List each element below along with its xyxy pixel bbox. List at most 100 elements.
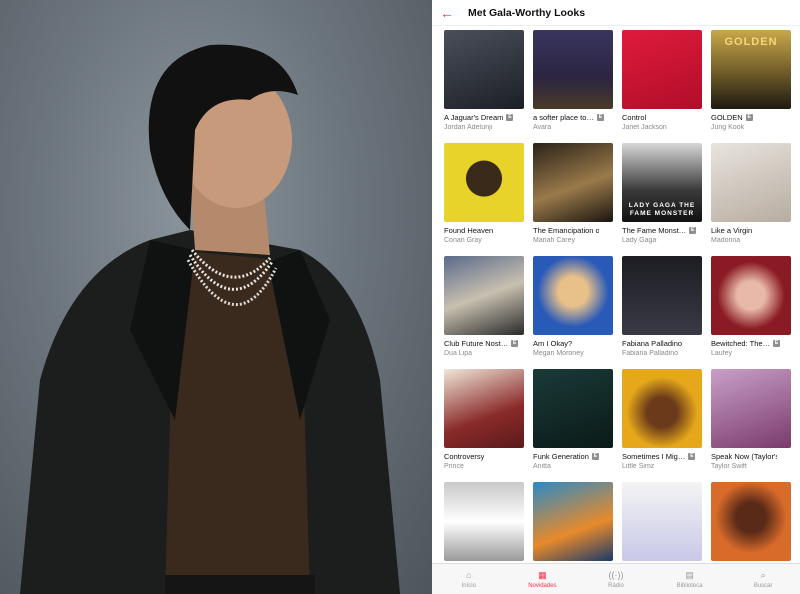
album-title: The Fame Monst… [622,226,687,235]
tab-grid[interactable]: ▦ Novidades [512,570,572,589]
album-cover[interactable] [711,256,791,335]
album-cover[interactable]: LADY GAGA THE FAME MONSTER [622,143,702,222]
tab-label: Rádio [608,582,624,589]
tab-home[interactable]: ⌂ Início [439,570,499,589]
album-card[interactable]: Am I Okay? Megan Moroney [533,256,613,361]
album-artist[interactable]: Janet Jackson [622,124,702,131]
album-artist[interactable]: Taylor Swift [711,463,791,470]
hero-photo [0,0,432,594]
album-cover[interactable] [444,143,524,222]
album-artist[interactable]: Little Simz [622,463,702,470]
album-title: Control [622,113,647,122]
album-cover[interactable] [444,256,524,335]
explicit-icon: E [596,114,604,121]
album-cover[interactable] [711,143,791,222]
tab-bar: ⌂ Início ▦ Novidades ((·)) Rádio ▤ Biblioteca ⌕ B… [432,563,800,594]
grid-icon: ▦ [538,569,547,580]
tab-radio[interactable]: ((·)) Rádio [586,570,646,589]
album-title: A Jaguar's Dream [444,113,504,122]
album-grid: A Jaguar's Dream E Jordan Adetunji a softer… [444,30,796,587]
album-card[interactable]: Control Janet Jackson [622,30,702,135]
album-artist[interactable]: Mariah Carey [533,237,613,244]
library-icon: ▤ [685,569,694,580]
album-artist[interactable]: Fabiana Palladino [622,350,702,357]
radio-icon: ((·)) [608,569,624,580]
tab-label: Biblioteca [676,582,703,589]
album-card[interactable]: The Emancipation of… Mariah Carey [533,143,613,248]
album-card[interactable]: Like a Virgin Madonna [711,143,791,248]
album-card[interactable]: LADY GAGA THE FAME MONSTER The Fame Monst… [622,143,702,248]
explicit-icon: E [688,453,696,460]
explicit-icon: E [591,453,599,460]
tab-label: Novidades [528,582,557,589]
back-button[interactable]: ← [434,0,460,26]
home-icon: ⌂ [466,569,472,580]
album-card[interactable]: Fabiana Palladino Fabiana Palladino [622,256,702,361]
album-cover[interactable] [622,482,702,561]
album-cover[interactable] [533,256,613,335]
tab-search[interactable]: ⌕ Buscar [733,570,793,589]
album-cover[interactable] [711,369,791,448]
album-title: Am I Okay? [533,339,573,348]
album-title: Controversy [444,452,485,461]
explicit-icon: E [745,114,753,121]
album-title: a softer place to… [533,113,594,122]
album-card[interactable]: Bewitched: The… E Laufey [711,256,791,361]
album-title: Funk Generation [533,452,589,461]
album-cover[interactable] [533,369,613,448]
album-artist[interactable]: Avara [533,124,613,131]
album-cover[interactable]: GOLDEN [711,30,791,109]
cover-text: LADY GAGA THE FAME MONSTER [628,202,696,217]
album-cover[interactable] [622,369,702,448]
explicit-icon: E [511,340,519,347]
album-artist[interactable]: Anitta [533,463,613,470]
album-card[interactable]: Sometimes I Mig… E Little Simz [622,369,702,474]
album-card[interactable]: Controversy Prince [444,369,524,474]
album-cover[interactable] [444,369,524,448]
tab-label: Buscar [753,582,773,589]
album-title: Like a Virgin [711,226,753,235]
album-title: The Emancipation of… [533,226,599,235]
album-cover[interactable] [622,256,702,335]
album-title: Club Future Nost… [444,339,509,348]
album-title: GOLDEN [711,113,743,122]
album-artist[interactable]: Laufey [711,350,791,357]
search-icon: ⌕ [760,569,766,580]
album-cover[interactable] [622,30,702,109]
album-artist[interactable]: Megan Moroney [533,350,613,357]
cover-text: GOLDEN [724,36,778,48]
tab-library[interactable]: ▤ Biblioteca [660,570,720,589]
album-title: Found Heaven [444,226,494,235]
album-title: Speak Now (Taylor's… [711,452,777,461]
album-cover[interactable] [533,143,613,222]
album-cover[interactable] [711,482,791,561]
album-cover[interactable] [533,482,613,561]
album-artist[interactable]: Jordan Adetunji [444,124,524,131]
explicit-icon: E [689,227,697,234]
tab-label: Início [461,582,476,589]
album-cover[interactable] [444,482,524,561]
album-card[interactable]: GOLDEN GOLDEN E Jung Kook [711,30,791,135]
page-title: Met Gala-Worthy Looks [468,6,586,19]
album-card[interactable]: Found Heaven Conan Gray [444,143,524,248]
album-cover[interactable] [533,30,613,109]
album-title: Bewitched: The… [711,339,771,348]
album-artist[interactable]: Dua Lipa [444,350,524,357]
album-artist[interactable]: Prince [444,463,524,470]
album-title: Fabiana Palladino [622,339,683,348]
album-cover[interactable] [444,30,524,109]
explicit-icon: E [506,114,514,121]
explicit-icon: E [773,340,781,347]
album-artist[interactable]: Conan Gray [444,237,524,244]
album-artist[interactable]: Jung Kook [711,124,791,131]
album-card[interactable]: a softer place to… E Avara [533,30,613,135]
app-header: ← Met Gala-Worthy Looks [432,0,800,26]
album-card[interactable]: Speak Now (Taylor's… Taylor Swift [711,369,791,474]
album-card[interactable]: Club Future Nost… E Dua Lipa [444,256,524,361]
album-card[interactable]: A Jaguar's Dream E Jordan Adetunji [444,30,524,135]
album-title: Sometimes I Mig… [622,452,686,461]
arrow-left-icon: ← [440,4,454,21]
album-artist[interactable]: Lady Gaga [622,237,702,244]
album-card[interactable]: Funk Generation E Anitta [533,369,613,474]
album-artist[interactable]: Madonna [711,237,791,244]
